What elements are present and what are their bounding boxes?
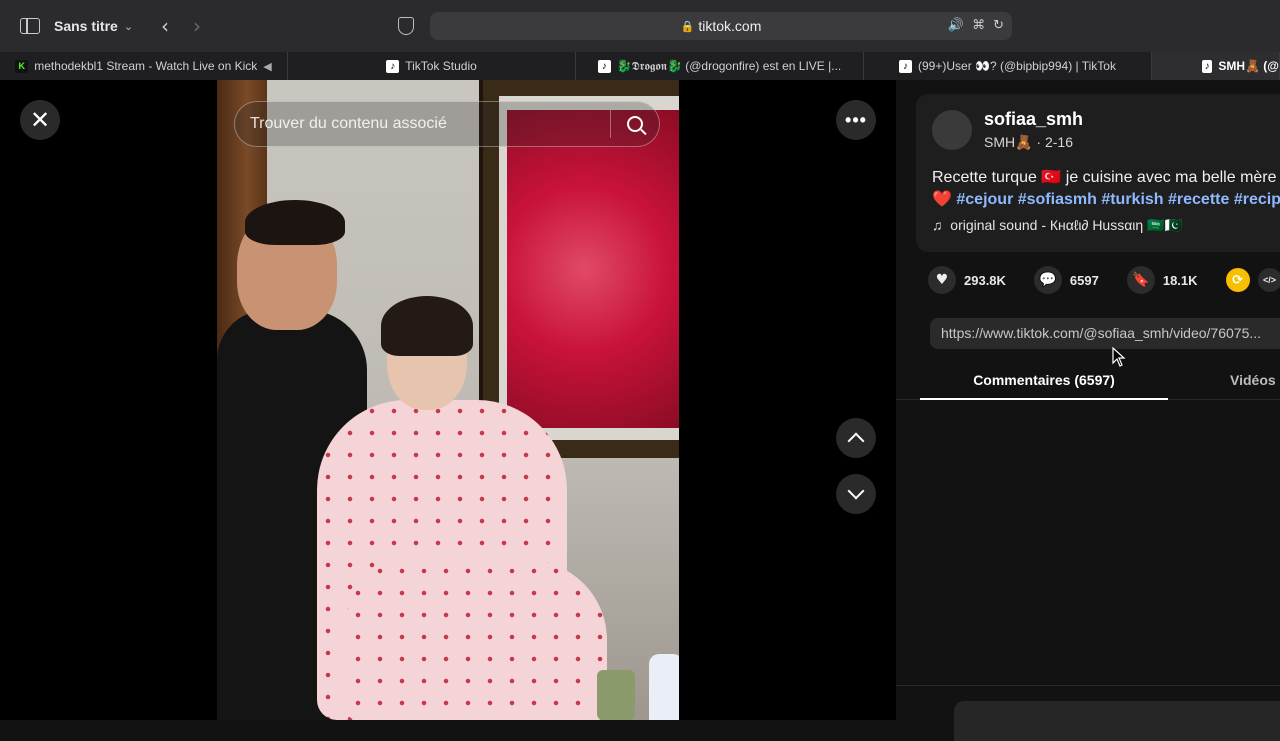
divider [896,685,1280,686]
side-panel: sofiaa_smh SMH🧸 · 2-16 Recette turque 🇹🇷… [896,80,1280,741]
sound-label: original sound - Кнαℓι∂ Hussαιη 🇸🇦🇵🇰 [950,217,1182,233]
tab-bipbip[interactable]: ♪ (99+)User 👀? (@bipbip994) | TikTok [864,52,1152,80]
video-player[interactable] [217,80,679,720]
privacy-shield-icon[interactable] [398,17,414,35]
woman-hair [381,296,473,356]
tiktok-favicon-icon: ♪ [386,59,400,73]
more-options-button[interactable]: ••• [836,100,876,140]
tab-label: 🐉𝕯𝖗𝖔𝖌𝖔𝖓🐉 (@drogonfire) est en LIVE |... [616,58,842,73]
music-note-icon: ♫ [932,217,943,233]
tab-group-name[interactable]: Sans titre [54,18,118,34]
search-icon [627,116,643,132]
chevron-up-icon [847,432,865,450]
save-count: 18.1K [1162,272,1198,288]
reload-icon[interactable]: ↻ [993,18,1004,33]
video-person-woman [277,290,607,720]
post-info-card: sofiaa_smh SMH🧸 · 2-16 Recette turque 🇹🇷… [916,94,1280,252]
close-button[interactable]: ✕ [20,100,60,140]
search-button[interactable] [611,101,659,147]
comment-icon: 💬 [1033,266,1062,294]
close-icon: ✕ [29,106,51,134]
comment-input[interactable] [954,701,1280,741]
tab-bar: K methodekbl1 Stream - Watch Live on Kic… [0,52,1280,80]
chevron-down-icon [847,482,865,500]
tab-kick[interactable]: K methodekbl1 Stream - Watch Live on Kic… [0,52,288,80]
speaker-icon[interactable]: 🔊 [948,18,964,33]
post-subline: SMH🧸 · 2-16 [984,134,1074,150]
like-button[interactable]: ♥ 293.8K [928,266,1006,294]
address-text: tiktok.com [698,18,762,34]
browser-toolbar: Sans titre ⌄ ‹ › 🔒 tiktok.com 🔊 ⌘ ↻ [0,0,1280,52]
address-bar[interactable]: 🔒 tiktok.com 🔊 ⌘ ↻ [430,12,1012,40]
translate-icon[interactable]: ⌘ [972,18,985,33]
sidebar-toggle-icon[interactable] [20,18,40,34]
like-count: 293.8K [964,272,1006,288]
action-bar: ♥ 293.8K 💬 6597 🔖 18.1K ⟳ </> [928,266,1280,294]
chevron-down-icon[interactable]: ⌄ [124,20,133,33]
post-description: Recette turque 🇹🇷 je cuisine avec ma bel… [932,167,1280,211]
related-content-search[interactable]: Trouver du contenu associé [234,101,660,147]
tab-smh-active[interactable]: ♪ SMH🧸 (@ [1152,52,1280,80]
embed-code-icon[interactable]: </> [1257,268,1280,292]
bookmark-icon: 🔖 [1126,266,1155,294]
tiktok-favicon-icon: ♪ [1202,59,1213,73]
copy-link-field[interactable]: https://www.tiktok.com/@sofiaa_smh/video… [930,318,1280,349]
tab-label: methodekbl1 Stream - Watch Live on Kick [34,59,258,73]
hashtags[interactable]: #cejour #sofiasmh #turkish #recette #rec… [956,191,1280,208]
back-arrow-icon[interactable]: ‹ [161,14,169,38]
tab-label: SMH🧸 (@ [1218,59,1279,73]
video-area: Trouver du contenu associé ✕ ••• [0,80,896,720]
comment-tabs: Commentaires (6597) Vidéos c [896,362,1280,400]
tab-comments[interactable]: Commentaires (6597) [920,372,1168,400]
tab-label: TikTok Studio [405,59,477,73]
username[interactable]: sofiaa_smh [984,109,1083,130]
previous-video-button[interactable] [836,418,876,458]
avatar[interactable] [932,110,972,150]
video-jar [649,654,679,720]
kick-favicon-icon: K [15,59,29,73]
mouse-cursor-icon [1112,347,1126,367]
main-content: Trouver du contenu associé ✕ ••• sofiaa_… [0,80,1280,741]
mute-icon[interactable]: ◀ [263,60,271,73]
repost-icon[interactable]: ⟳ [1225,268,1250,292]
search-input[interactable]: Trouver du contenu associé [235,115,610,133]
woman-legs [347,560,607,720]
comment-button[interactable]: 💬 6597 [1033,266,1099,294]
lock-icon: 🔒 [680,20,695,33]
description-text: Recette turque 🇹🇷 je cuisine avec ma bel… [932,169,1277,186]
tiktok-favicon-icon: ♪ [597,59,611,73]
forward-arrow-icon[interactable]: › [193,14,201,38]
tab-drogonfire[interactable]: ♪ 🐉𝕯𝖗𝖔𝖌𝖔𝖓🐉 (@drogonfire) est en LIVE |..… [576,52,864,80]
save-button[interactable]: 🔖 18.1K [1126,266,1198,294]
original-sound[interactable]: ♫ original sound - Кнαℓι∂ Hussαιη 🇸🇦🇵🇰 [932,217,1182,234]
tab-label: (99+)User 👀? (@bipbip994) | TikTok [918,59,1116,73]
next-video-button[interactable] [836,474,876,514]
tiktok-favicon-icon: ♪ [899,59,912,73]
more-icon: ••• [845,109,867,130]
tab-tiktok-studio[interactable]: ♪ TikTok Studio [288,52,576,80]
heart-emoji: ❤️ [932,191,952,208]
heart-icon: ♥ [928,266,956,294]
video-jar [597,670,635,720]
tab-creator-videos[interactable]: Vidéos c [1230,372,1280,388]
comment-count: 6597 [1069,272,1099,288]
man-hair [245,200,345,245]
